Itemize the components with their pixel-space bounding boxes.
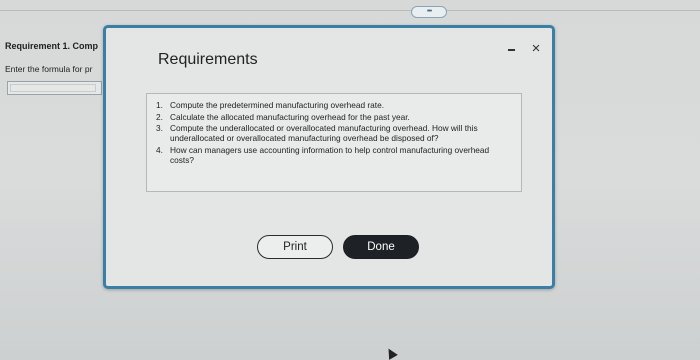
requirement-number: 2. bbox=[156, 111, 163, 122]
requirements-box: 1. Compute the predetermined manufacturi… bbox=[146, 93, 522, 192]
requirement-number: 1. bbox=[156, 100, 163, 110]
requirement-text: Calculate the allocated manufacturing ov… bbox=[170, 111, 410, 122]
formula-input[interactable] bbox=[7, 81, 102, 95]
requirement-heading: Requirement 1. Comp bbox=[5, 41, 99, 51]
requirement-number: 4. bbox=[156, 144, 163, 155]
requirements-dialog: Requirements × 1. Compute the predetermi… bbox=[103, 25, 555, 289]
requirement-text: How can managers use accounting informat… bbox=[170, 144, 490, 165]
requirement-item: 1. Compute the predetermined manufacturi… bbox=[156, 100, 511, 110]
requirement-item: 3. Compute the underallocated or overall… bbox=[156, 123, 511, 143]
formula-instruction: Enter the formula for pr bbox=[5, 64, 93, 74]
minimize-icon[interactable] bbox=[507, 42, 517, 56]
requirement-text: Compute the predetermined manufacturing … bbox=[170, 100, 385, 110]
done-button[interactable]: Done bbox=[343, 235, 419, 259]
requirements-list: 1. Compute the predetermined manufacturi… bbox=[156, 100, 511, 166]
more-options-button[interactable]: ••• bbox=[411, 6, 447, 18]
requirement-item: 4. How can managers use accounting infor… bbox=[156, 145, 511, 165]
dialog-title: Requirements bbox=[158, 51, 258, 68]
close-icon[interactable]: × bbox=[530, 41, 542, 56]
print-button[interactable]: Print bbox=[257, 235, 333, 259]
requirement-number: 3. bbox=[156, 123, 163, 133]
requirement-item: 2. Calculate the allocated manufacturing… bbox=[156, 112, 511, 122]
mouse-pointer-icon bbox=[384, 346, 398, 360]
top-divider bbox=[0, 10, 700, 11]
requirement-text: Compute the underallocated or overalloca… bbox=[170, 123, 478, 143]
